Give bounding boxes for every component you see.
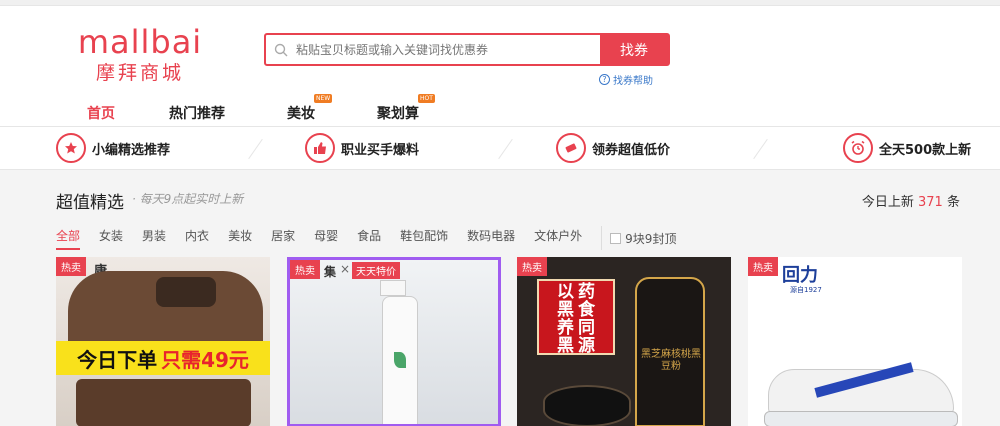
category-tab[interactable]: 居家	[271, 226, 295, 250]
product-image: 回力 源自1927	[748, 257, 962, 426]
foot-spa-panel	[156, 277, 216, 307]
section-title: 超值精选	[56, 193, 124, 213]
brand-since: 源自1927	[790, 286, 822, 294]
category-tabs: 全部 女装 男装 内衣 美妆 居家 母婴 食品 鞋包配饰 数码电器 文体户外 9…	[56, 226, 676, 250]
divider	[498, 138, 513, 160]
section-subtitle: · 每天9点起实时上新	[132, 192, 244, 206]
nav-home-label: 首页	[87, 106, 115, 122]
hot-badge: HOT	[418, 94, 435, 103]
category-tab[interactable]: 美妆	[228, 226, 252, 250]
product-card[interactable]: 热卖 集 × 天天特价	[287, 257, 501, 426]
question-icon: ?	[599, 74, 610, 85]
search-help-link[interactable]: ? 找券帮助	[599, 72, 653, 87]
divider	[753, 138, 768, 160]
jar-label: 黑芝麻核桃黑豆粉	[641, 349, 701, 372]
logo-text-en: mallbai	[77, 23, 203, 61]
promo-price: 只需49元	[161, 347, 249, 372]
category-tab[interactable]: 全部	[56, 226, 81, 250]
feature-editor-picks-label: 小编精选推荐	[92, 142, 171, 158]
new-badge: NEW	[314, 94, 333, 103]
thumbs-up-icon	[305, 133, 335, 163]
header: mallbai 摩拜商城 找券 ? 找券帮助 首页 热门推荐 美妆 NEW 聚划…	[0, 6, 1000, 132]
category-tab[interactable]: 数码电器	[467, 226, 515, 250]
hot-tag: 热卖	[290, 260, 320, 279]
product-image: 集 × 天天特价	[290, 260, 498, 424]
hot-tag: 热卖	[56, 257, 86, 276]
hot-tag: 热卖	[517, 257, 547, 276]
feature-new-arrivals[interactable]: 全天500款上新	[843, 133, 971, 163]
today-count: 今日上新 371 条	[862, 191, 960, 210]
feature-editor-picks[interactable]: 小编精选推荐	[56, 133, 170, 163]
slogan-box: 以 黑 养 黑 药 食 同 源	[537, 279, 615, 355]
search-icon	[266, 35, 296, 64]
alarm-clock-icon	[843, 133, 873, 163]
search-box: 找券	[264, 33, 670, 66]
price-cap-filter[interactable]: 9块9封顶	[601, 226, 676, 250]
category-tab[interactable]: 女装	[99, 226, 123, 250]
feature-buyer-tips[interactable]: 职业买手爆料	[305, 133, 419, 163]
brand-logo: 回力	[782, 265, 818, 286]
price-cap-label: 9块9封顶	[625, 231, 677, 246]
category-tab[interactable]: 食品	[357, 226, 381, 250]
promo-text: 今日下单	[77, 347, 158, 372]
deals-section: 超值精选 · 每天9点起实时上新 今日上新 371 条 全部 女装 男装 内衣 …	[0, 170, 1000, 426]
category-tab[interactable]: 母婴	[314, 226, 338, 250]
category-tab[interactable]: 内衣	[185, 226, 209, 250]
cross-mark: ×	[340, 262, 351, 276]
slogan-column: 以 黑 养 黑	[557, 282, 574, 356]
count-suffix: 条	[946, 195, 960, 210]
search-input[interactable]	[296, 35, 600, 64]
promo-banner: 今日下单 只需49元	[56, 341, 270, 375]
nav-beauty-label: 美妆	[287, 106, 315, 122]
nav-juhuasuan-label: 聚划算	[377, 106, 419, 122]
ticket-icon	[556, 133, 586, 163]
feature-new-arrivals-label: 全天500款上新	[879, 142, 972, 158]
category-tab[interactable]: 鞋包配饰	[400, 226, 448, 250]
shoe-sole	[764, 411, 958, 426]
nav-hot-recommend-label: 热门推荐	[169, 106, 225, 122]
count-number: 371	[918, 195, 943, 210]
star-icon	[56, 133, 86, 163]
category-tab[interactable]: 文体户外	[534, 226, 582, 250]
logo-text-cn: 摩拜商城	[95, 62, 184, 84]
search-button[interactable]: 找券	[600, 35, 668, 64]
search-help-label: 找券帮助	[613, 76, 653, 87]
daily-deal-label: 天天特价	[352, 262, 400, 279]
product-card[interactable]: 热卖 康 今日下单 只需49元	[56, 257, 270, 426]
category-tab[interactable]: 男装	[142, 226, 166, 250]
feature-bar: 小编精选推荐 职业买手爆料 领券超值低价 全天500款上新	[0, 126, 1000, 170]
divider	[248, 138, 263, 160]
count-prefix: 今日上新	[861, 195, 914, 210]
brand-mark: 集	[324, 265, 337, 279]
bottle-pump	[380, 280, 406, 296]
feature-buyer-tips-label: 职业买手爆料	[341, 142, 420, 158]
bottle-leaf	[394, 352, 406, 368]
feature-coupons-label: 领券超值低价	[592, 142, 671, 158]
product-card[interactable]: 热卖 以 黑 养 黑 药 食 同 源 黑芝麻核桃黑豆粉	[517, 257, 731, 426]
logo[interactable]: mallbai 摩拜商城	[70, 24, 210, 84]
product-card[interactable]: 热卖 回力 源自1927	[748, 257, 962, 426]
product-image: 康 今日下单 只需49元	[56, 257, 270, 426]
seed-bowl	[543, 385, 631, 426]
feature-coupons[interactable]: 领券超值低价	[556, 133, 670, 163]
foot-spa-base	[76, 379, 251, 426]
hot-tag: 热卖	[748, 257, 778, 276]
product-image: 以 黑 养 黑 药 食 同 源 黑芝麻核桃黑豆粉	[517, 257, 731, 426]
checkbox[interactable]	[610, 232, 622, 244]
slogan-column: 药 食 同 源	[578, 282, 595, 356]
